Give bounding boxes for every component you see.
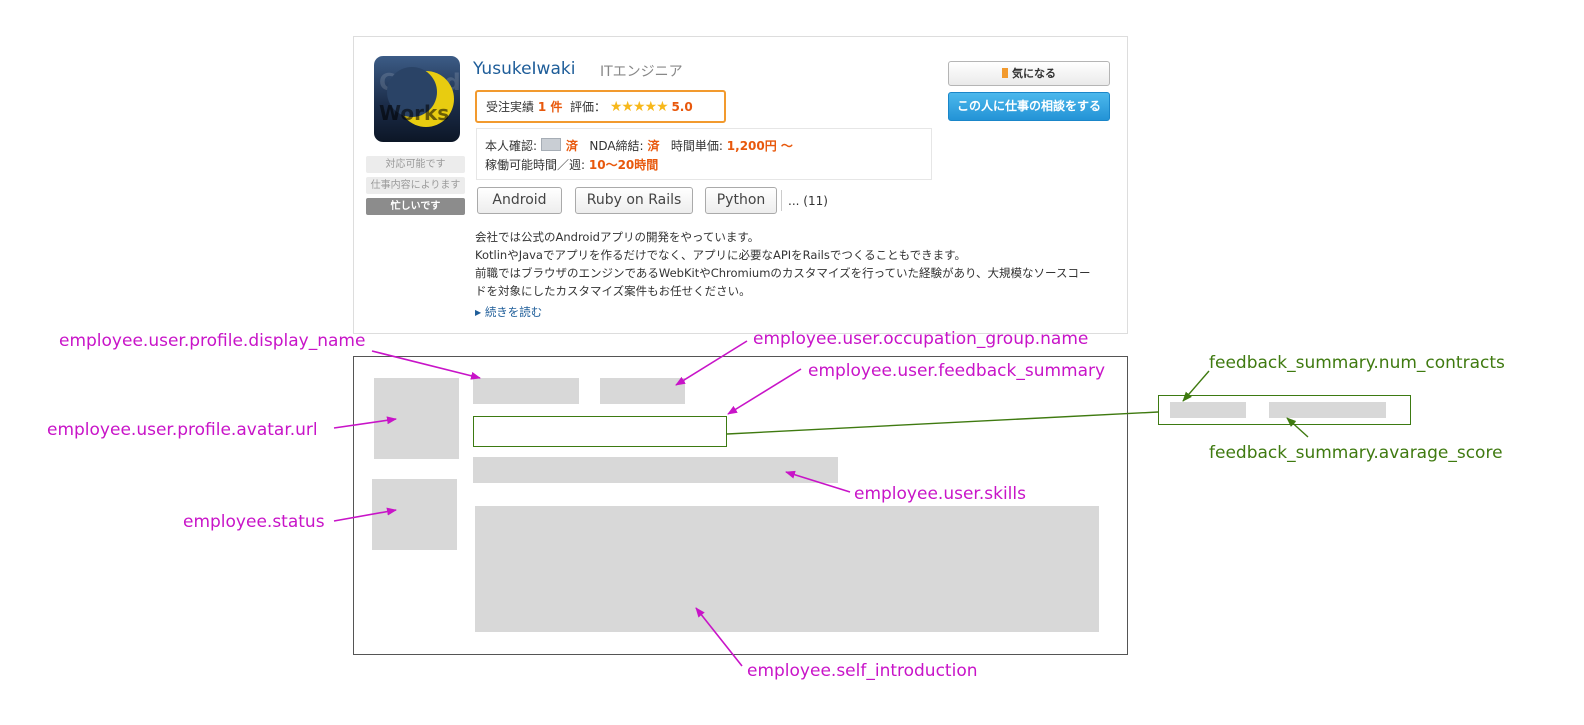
skills-more-link[interactable]: ... (11) bbox=[788, 194, 828, 208]
self-introduction: 会社では公式のAndroidアプリの開発をやっています。 KotlinやJava… bbox=[475, 228, 1115, 300]
read-more-link[interactable]: ▶ 続きを読む bbox=[475, 304, 542, 320]
contracts-value: 1 件 bbox=[537, 100, 563, 114]
display-name-link[interactable]: YusukeIwaki bbox=[473, 59, 575, 79]
placeholder-display-name bbox=[473, 378, 579, 404]
skill-tag-android[interactable]: Android bbox=[477, 187, 562, 214]
identity-label: 本人確認: bbox=[485, 139, 538, 153]
star-icon: ★★★★★ bbox=[609, 98, 669, 115]
verification-box: 本人確認: 済 NDA締結: 済 時間単価: 1,200円 〜 稼働可能時間／週… bbox=[476, 128, 932, 180]
label-self-introduction: employee.self_introduction bbox=[747, 661, 978, 681]
nda-label: NDA締結: bbox=[589, 139, 644, 153]
status-busy: 忙しいです bbox=[366, 198, 465, 215]
placeholder-skills bbox=[473, 457, 838, 483]
placeholder-average-score bbox=[1269, 402, 1386, 418]
identity-value: 済 bbox=[565, 139, 578, 153]
label-display-name: employee.user.profile.display_name bbox=[59, 331, 366, 351]
triangle-right-icon: ▶ bbox=[475, 308, 482, 317]
rating-score: 5.0 bbox=[671, 99, 693, 114]
skill-divider bbox=[781, 190, 782, 211]
contracts-label: 受注実績 bbox=[486, 100, 535, 114]
label-feedback-summary: employee.user.feedback_summary bbox=[808, 361, 1106, 381]
intro-line: 会社では公式のAndroidアプリの開発をやっています。 bbox=[475, 230, 760, 244]
identity-card-icon bbox=[540, 138, 561, 151]
crescent-moon-logo bbox=[387, 67, 454, 127]
label-status: employee.status bbox=[183, 512, 325, 532]
intro-line: KotlinやJavaでアプリを作るだけでなく、アプリに必要なAPIをRails… bbox=[475, 248, 966, 262]
label-occupation-group: employee.user.occupation_group.name bbox=[753, 329, 1089, 349]
consult-button[interactable]: この人に仕事の相談をする bbox=[948, 92, 1110, 121]
hours-value: 10〜20時間 bbox=[588, 158, 659, 172]
label-num-contracts: feedback_summary.num_contracts bbox=[1209, 353, 1505, 373]
label-skills: employee.user.skills bbox=[854, 484, 1026, 504]
placeholder-occupation bbox=[600, 378, 685, 404]
hourly-label: 時間単価: bbox=[670, 139, 723, 153]
status-depends: 仕事内容によります bbox=[366, 177, 465, 194]
feedback-summary: 受注実績 1 件 評価： ★★★★★ 5.0 bbox=[475, 90, 726, 123]
placeholder-status bbox=[372, 479, 457, 550]
hours-label: 稼働可能時間／週: bbox=[485, 158, 586, 172]
intro-line: 前職ではブラウザのエンジンであるWebKitやChromiumのカスタマイズを行… bbox=[475, 266, 1091, 280]
profile-avatar[interactable]: Crowd Works bbox=[374, 56, 460, 142]
placeholder-num-contracts bbox=[1170, 402, 1246, 418]
nda-value: 済 bbox=[647, 139, 660, 153]
skill-tag-python[interactable]: Python bbox=[705, 187, 777, 214]
placeholder-feedback-summary bbox=[473, 416, 727, 447]
intro-line: ドを対象にしたカスタマイズ案件もお任せください。 bbox=[475, 284, 751, 298]
bookmark-button[interactable]: 気になる bbox=[948, 61, 1110, 86]
bookmark-button-label: 気になる bbox=[1012, 67, 1056, 80]
avatar-text-works: Works bbox=[379, 101, 450, 125]
read-more-label: 続きを読む bbox=[484, 305, 543, 319]
bookmark-flag-icon bbox=[1002, 68, 1008, 78]
placeholder-self-introduction bbox=[475, 506, 1099, 632]
label-avatar-url: employee.user.profile.avatar.url bbox=[47, 420, 318, 440]
hourly-value: 1,200円 〜 bbox=[726, 139, 793, 153]
status-available: 対応可能です bbox=[366, 156, 465, 173]
label-average-score: feedback_summary.avarage_score bbox=[1209, 443, 1503, 463]
rating-label: 評価： bbox=[570, 100, 607, 114]
occupation-label: ITエンジニア bbox=[600, 64, 683, 80]
placeholder-avatar bbox=[374, 378, 459, 459]
skill-tag-ruby-on-rails[interactable]: Ruby on Rails bbox=[575, 187, 693, 214]
